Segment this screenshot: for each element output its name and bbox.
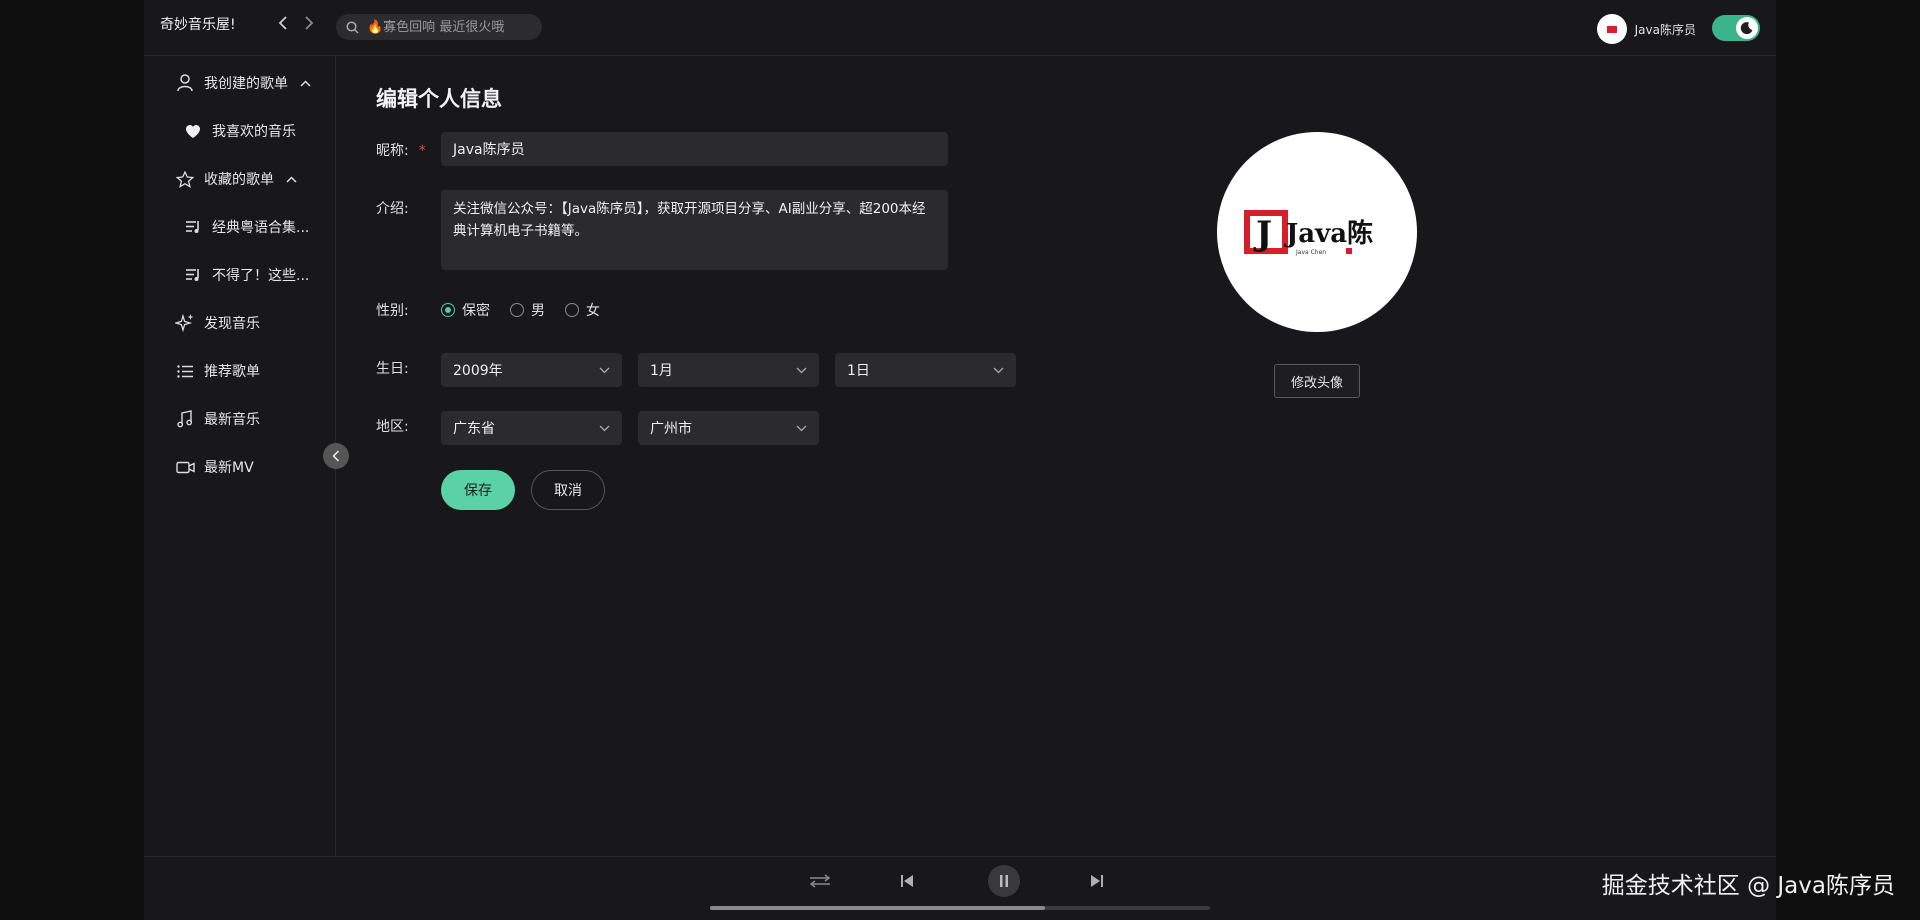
progress-bar[interactable] xyxy=(710,906,1210,910)
search-box[interactable] xyxy=(336,14,542,40)
gender-radio-male[interactable]: 男 xyxy=(510,300,545,320)
save-button[interactable]: 保存 xyxy=(441,470,515,510)
chevron-up-icon[interactable] xyxy=(286,175,297,183)
sidebar-item-label: 推荐歌单 xyxy=(204,364,260,380)
playlist-icon xyxy=(182,268,204,282)
change-avatar-button[interactable]: 修改头像 xyxy=(1274,364,1360,398)
shuffle-icon[interactable] xyxy=(808,871,832,891)
region-label: 地区: xyxy=(376,419,409,435)
required-mark: * xyxy=(418,143,426,159)
back-arrow-icon[interactable] xyxy=(274,13,292,33)
select-value: 1日 xyxy=(847,363,870,379)
radio-dot[interactable] xyxy=(510,303,524,317)
birthday-day-select[interactable]: 1日 xyxy=(835,353,1016,387)
chevron-down-icon xyxy=(796,420,807,436)
main-content: 编辑个人信息 昵称: * Java陈序员 介绍: 关注微信公众号：【Java陈序员… xyxy=(336,56,1776,856)
nickname-label: 昵称: * xyxy=(376,140,426,160)
birthday-label: 生日: xyxy=(376,361,409,377)
player-bar xyxy=(144,856,1776,920)
user-menu[interactable]: Java陈序员 xyxy=(1596,14,1696,44)
chevron-down-icon xyxy=(599,420,610,436)
cancel-button[interactable]: 取消 xyxy=(531,470,605,510)
next-track-icon[interactable] xyxy=(1088,872,1106,890)
gender-radio-female[interactable]: 女 xyxy=(565,300,600,320)
chevron-down-icon xyxy=(993,362,1004,378)
birthday-month-select[interactable]: 1月 xyxy=(638,353,819,387)
city-select[interactable]: 广州市 xyxy=(638,411,819,445)
select-value: 广州市 xyxy=(650,421,692,437)
playlist-icon xyxy=(182,220,204,234)
sidebar-item-label: 不得了！这些... xyxy=(212,268,310,284)
app-window: 奇妙音乐屋! Java陈序员 我创建的歌单 xyxy=(144,0,1776,920)
sidebar-item-label: 发现音乐 xyxy=(204,316,260,332)
java-chen-logo: J Java陈 Java Chen xyxy=(1244,210,1373,256)
progress-fill xyxy=(710,906,1045,910)
search-icon xyxy=(346,20,359,34)
sidebar-item-label: 最新MV xyxy=(204,460,254,476)
logo-subtext: Java Chen xyxy=(1295,249,1326,256)
pause-button[interactable] xyxy=(988,865,1020,897)
svg-text:J: J xyxy=(1253,214,1272,254)
sidebar-item-liked-music[interactable]: 我喜欢的音乐 xyxy=(182,116,296,146)
sidebar-item-label: 我喜欢的音乐 xyxy=(212,124,296,140)
gender-option-label: 男 xyxy=(531,303,545,319)
nickname-field[interactable]: Java陈序员 xyxy=(441,132,948,166)
watermark-text: 掘金技术社区 @ Java陈序员 xyxy=(1601,873,1895,899)
sparkle-icon xyxy=(174,313,196,333)
sidebar-item-collected-playlists[interactable]: 收藏的歌单 xyxy=(174,164,297,194)
logo-text: Java陈 xyxy=(1284,218,1373,249)
intro-textarea[interactable]: 关注微信公众号：【Java陈序员】，获取开源项目分享、AI副业分享、超200本经… xyxy=(441,190,948,270)
province-select[interactable]: 广东省 xyxy=(441,411,622,445)
top-bar: 奇妙音乐屋! Java陈序员 xyxy=(144,0,1776,56)
sidebar-item-discover[interactable]: 发现音乐 xyxy=(174,308,260,338)
profile-avatar: J Java陈 Java Chen xyxy=(1217,132,1417,332)
sidebar-item-recommended[interactable]: 推荐歌单 xyxy=(174,356,260,386)
chevron-up-icon[interactable] xyxy=(300,79,311,87)
sidebar-item-created-playlists[interactable]: 我创建的歌单 xyxy=(174,68,311,98)
intro-label: 介绍: xyxy=(376,201,409,217)
gender-label: 性别: xyxy=(376,303,409,319)
select-value: 广东省 xyxy=(453,421,495,437)
sidebar-item-label: 最新音乐 xyxy=(204,412,260,428)
sidebar-item-label: 经典粤语合集... xyxy=(212,220,310,236)
gender-radio-group: 保密 男 女 xyxy=(441,300,600,320)
radio-dot[interactable] xyxy=(441,303,455,317)
nickname-label-text: 昵称: xyxy=(376,143,409,159)
select-value: 1月 xyxy=(650,363,673,379)
list-icon xyxy=(174,364,196,378)
user-name[interactable]: Java陈序员 xyxy=(1635,21,1696,38)
logo-mini-icon xyxy=(1606,25,1617,33)
sidebar-item-new-mv[interactable]: 最新MV xyxy=(174,452,254,482)
select-value: 2009年 xyxy=(453,363,503,379)
user-icon xyxy=(174,74,196,92)
sidebar-item-playlist-cantonese[interactable]: 经典粤语合集... xyxy=(182,212,309,242)
heart-icon xyxy=(182,124,204,139)
chevron-down-icon xyxy=(796,362,807,378)
pause-icon xyxy=(1000,875,1008,887)
gender-option-label: 保密 xyxy=(462,303,490,319)
search-input[interactable] xyxy=(365,18,529,36)
chevron-down-icon xyxy=(599,362,610,378)
sidebar-item-label: 我创建的歌单 xyxy=(204,76,288,92)
video-icon xyxy=(174,461,196,474)
sidebar: 我创建的歌单 我喜欢的音乐 收藏的歌单 经典粤语合集... 不得了！这些... … xyxy=(144,56,336,856)
page-title: 编辑个人信息 xyxy=(376,87,502,111)
gender-option-label: 女 xyxy=(586,303,600,319)
app-brand[interactable]: 奇妙音乐屋! xyxy=(160,14,236,34)
sidebar-item-new-music[interactable]: 最新音乐 xyxy=(174,404,260,434)
radio-dot[interactable] xyxy=(565,303,579,317)
forward-arrow-icon[interactable] xyxy=(300,13,318,33)
star-icon xyxy=(174,170,196,188)
theme-toggle[interactable] xyxy=(1712,15,1760,41)
sidebar-item-playlist-wow[interactable]: 不得了！这些... xyxy=(182,260,309,290)
previous-track-icon[interactable] xyxy=(898,872,916,890)
gender-radio-secret[interactable]: 保密 xyxy=(441,300,490,320)
sidebar-item-label: 收藏的歌单 xyxy=(204,172,274,188)
music-note-icon xyxy=(174,410,196,428)
avatar[interactable] xyxy=(1596,14,1627,44)
birthday-year-select[interactable]: 2009年 xyxy=(441,353,622,387)
moon-icon xyxy=(1736,17,1758,39)
